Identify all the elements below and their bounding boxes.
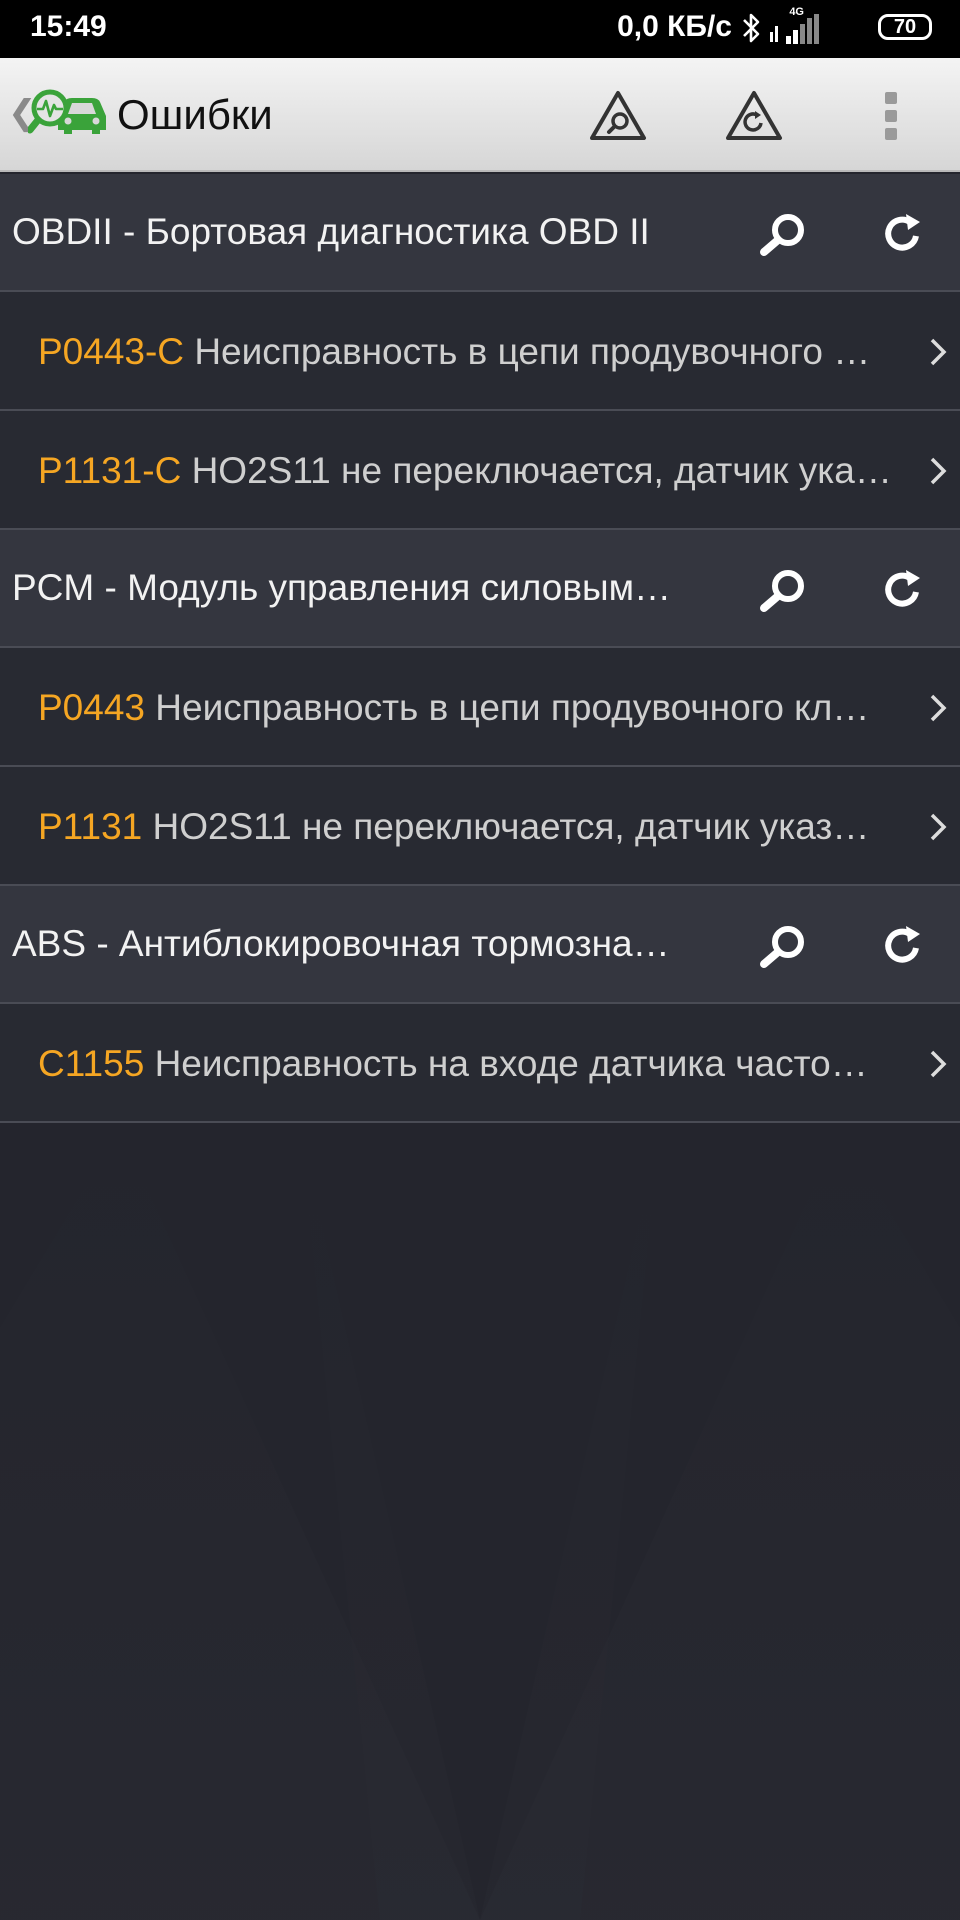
error-row[interactable]: P1131-C HO2S11 не переключается, датчик … [0,411,960,530]
error-row[interactable]: C1155 Неисправность на входе датчика час… [0,1004,960,1123]
error-code: C1155 [38,1043,145,1084]
error-text: P0443 Неисправность в цепи продувочного … [38,686,906,730]
app-logo-icon [28,89,106,134]
error-description: HO2S11 не переключается, датчик указ… [152,806,870,847]
search-all-errors-button[interactable] [588,88,648,144]
search-icon[interactable] [756,566,812,614]
group-row-pcm: PCM - Модуль управления силовым… [0,530,960,648]
error-text: P1131-C HO2S11 не переключается, датчик … [38,449,906,493]
refresh-icon[interactable] [876,922,932,970]
chevron-right-icon [930,1050,947,1078]
chevron-right-icon [930,457,947,485]
group-label: PCM - Модуль управления силовым… [12,567,672,608]
status-time: 15:49 [30,10,107,43]
error-description: HO2S11 не переключается, датчик ука… [191,450,892,491]
clear-all-errors-button[interactable] [724,88,784,144]
signal-icon [770,14,819,44]
error-code: P1131 [38,806,143,847]
group-label: ABS - Антиблокировочная тормозна… [12,923,670,964]
network-speed: 0,0 КБ/с [617,10,732,43]
group-row-abs: ABS - Антиблокировочная тормозна… [0,886,960,1004]
error-text: P1131 HO2S11 не переключается, датчик ук… [38,805,906,849]
error-row[interactable]: P1131 HO2S11 не переключается, датчик ук… [0,767,960,886]
error-text: C1155 Неисправность на входе датчика час… [38,1042,906,1086]
error-list: OBDII - Бортовая диагностика OBD II P044… [0,174,960,1123]
app-toolbar: ❮ Ошибки [0,58,960,172]
refresh-icon[interactable] [876,210,932,258]
error-code: P0443 [38,687,145,728]
error-code: P1131-C [38,450,182,491]
error-description: Неисправность в цепи продувочного … [194,331,871,372]
group-label: OBDII - Бортовая диагностика OBD II [12,211,650,252]
search-icon[interactable] [756,922,812,970]
refresh-icon[interactable] [876,566,932,614]
error-text: P0443-C Неисправность в цепи продувочног… [38,330,906,374]
chevron-right-icon [930,813,947,841]
search-icon[interactable] [756,210,812,258]
battery-level: 70 [893,16,917,38]
background-decoration [0,1128,960,1920]
chevron-right-icon [930,694,947,722]
error-row[interactable]: P0443 Неисправность в цепи продувочного … [0,648,960,767]
bluetooth-icon [743,13,760,43]
status-bar: 15:49 0,0 КБ/с 4G 70 [0,0,960,58]
chevron-right-icon [930,338,947,366]
error-description: Неисправность в цепи продувочного кл… [155,687,870,728]
error-description: Неисправность на входе датчика часто… [154,1043,868,1084]
error-code: P0443-C [38,331,185,372]
battery-icon: 70 [878,14,932,40]
error-row[interactable]: P0443-C Неисправность в цепи продувочног… [0,292,960,411]
group-row-obdii: OBDII - Бортовая диагностика OBD II [0,174,960,292]
overflow-menu-icon[interactable] [880,92,902,144]
page-title: Ошибки [117,91,273,138]
